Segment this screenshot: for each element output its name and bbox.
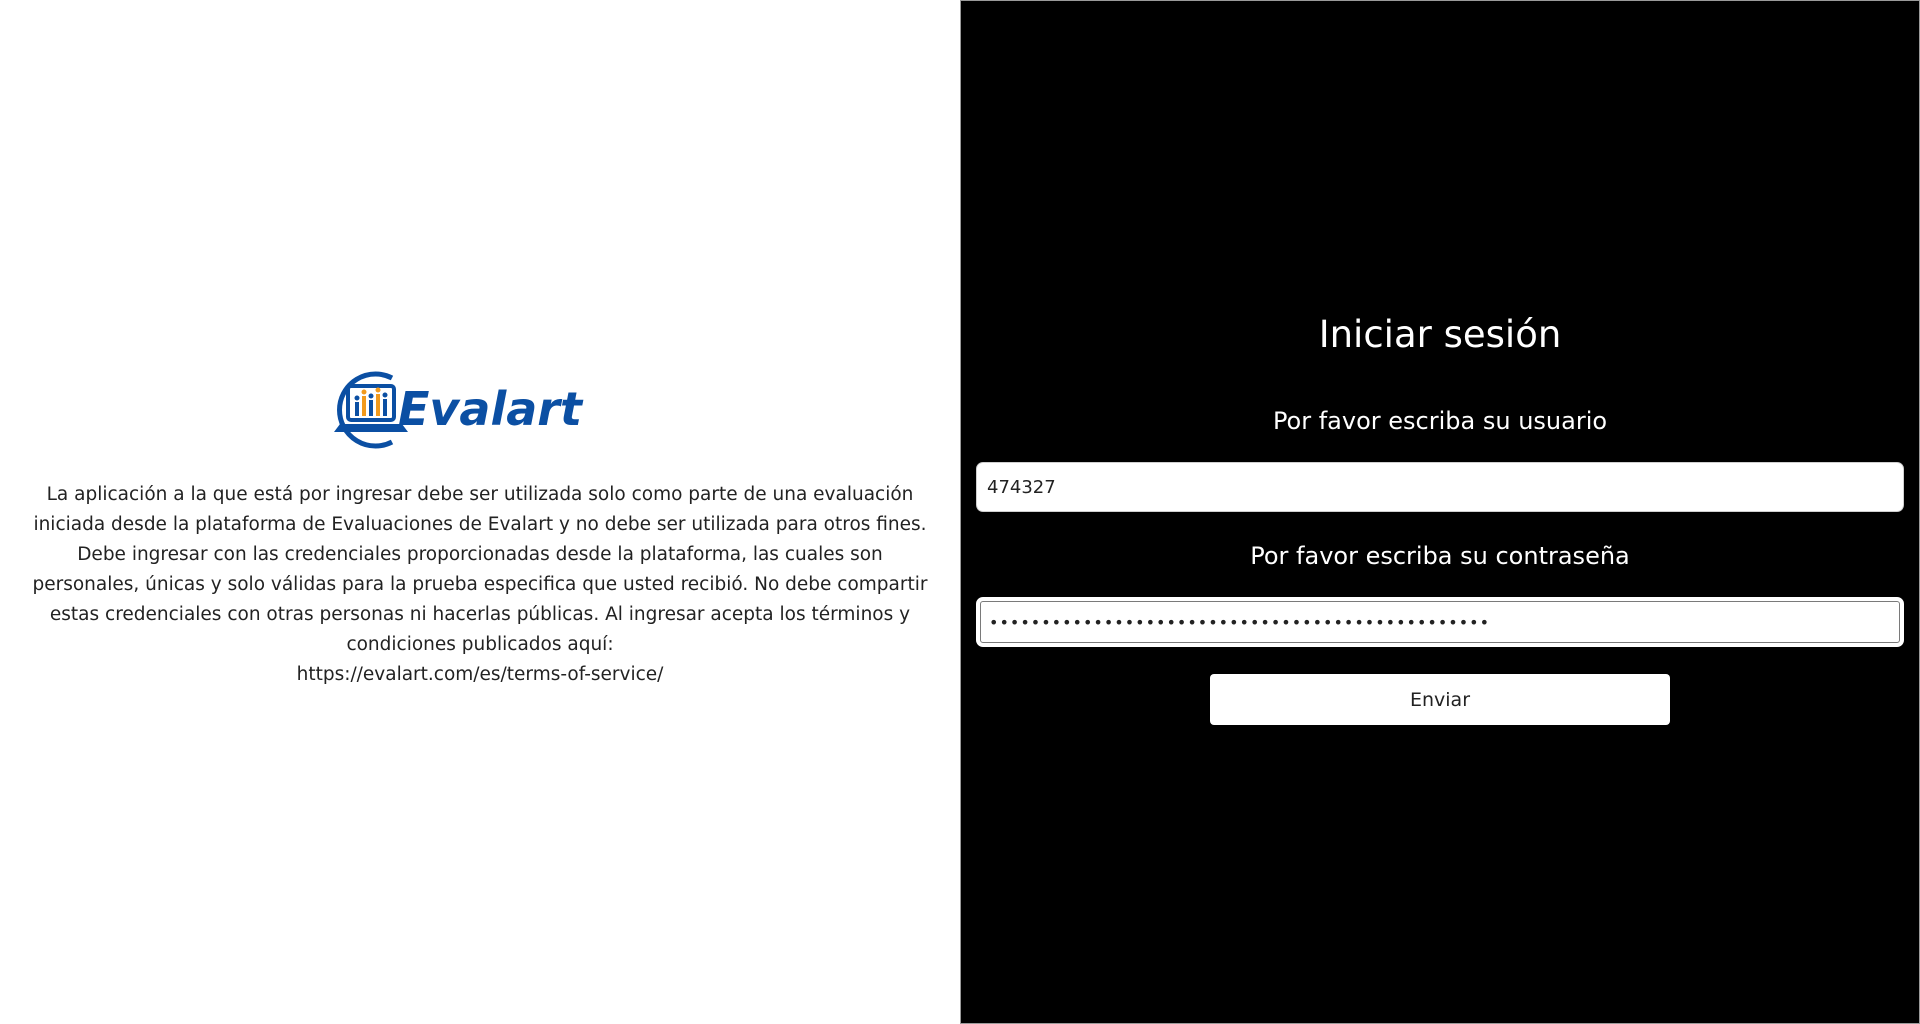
evalart-logo: Evalart: [326, 370, 630, 450]
username-input[interactable]: [976, 462, 1904, 512]
username-label: Por favor escriba su usuario: [1272, 407, 1608, 435]
disclaimer-body: La aplicación a la que está por ingresar…: [32, 484, 928, 655]
logo-wordmark: Evalart: [398, 382, 584, 436]
disclaimer-text: La aplicación a la que está por ingresar…: [28, 480, 932, 690]
submit-button[interactable]: Enviar: [1210, 674, 1670, 725]
terms-link: https://evalart.com/es/terms-of-service/: [296, 664, 664, 685]
info-panel: Evalart La aplicación a la que está por …: [0, 0, 960, 1024]
password-input[interactable]: [976, 597, 1904, 647]
password-label: Por favor escriba su contraseña: [1250, 542, 1630, 570]
login-title: Iniciar sesión: [1318, 313, 1562, 356]
login-panel: Iniciar sesión Por favor escriba su usua…: [960, 0, 1920, 1024]
login-page: Evalart La aplicación a la que está por …: [0, 0, 1920, 1024]
